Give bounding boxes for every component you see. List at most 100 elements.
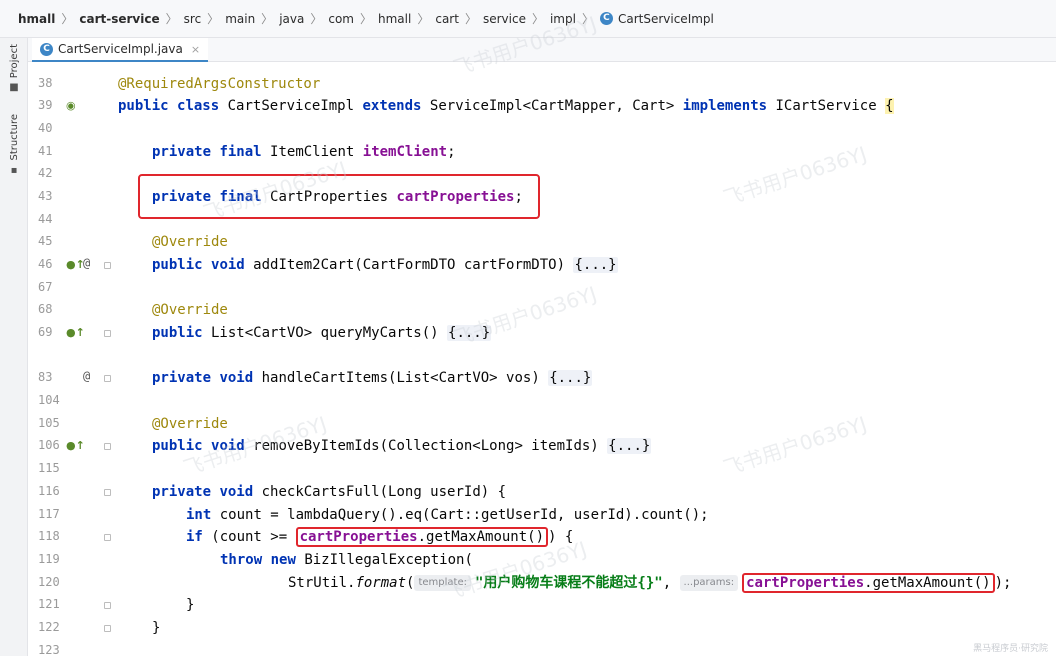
line-number: 39 — [38, 98, 53, 112]
parameter-hint: template: — [414, 575, 471, 591]
code-text: count = lambdaQuery().eq(Cart::getUserId… — [211, 507, 709, 523]
code-line-45[interactable]: @Override — [152, 231, 228, 253]
implements-marker-icon[interactable]: ◉ — [66, 99, 76, 112]
keyword: if — [186, 529, 203, 545]
breadcrumb-item-impl[interactable]: impl — [550, 12, 576, 26]
class-icon: C — [599, 12, 613, 25]
breadcrumb-item-com[interactable]: com — [328, 12, 354, 26]
code-editor[interactable]: @RequiredArgsConstructor public class Ca… — [118, 62, 1048, 656]
folded-block[interactable]: {...} — [573, 257, 618, 273]
tab-label: CartServiceImpl.java — [58, 42, 183, 56]
code-line-120[interactable]: StrUtil.format(template: "用户购物车课程不能超过{}",… — [288, 572, 1011, 594]
line-number: 67 — [38, 280, 53, 294]
annotation-marker-icon[interactable]: @ — [83, 256, 90, 270]
folded-block[interactable]: {...} — [607, 438, 652, 454]
code-line-122[interactable]: } — [152, 617, 160, 639]
code-line-121[interactable]: } — [186, 594, 194, 616]
field-name: cartProperties — [746, 575, 865, 591]
tab-cartserviceimpl[interactable]: C CartServiceImpl.java × — [32, 38, 209, 62]
folded-block[interactable]: {...} — [447, 325, 492, 341]
line-number: 121 — [38, 597, 60, 611]
code-line-116[interactable]: private void checkCartsFull(Long userId)… — [152, 481, 506, 503]
line-number: 43 — [38, 189, 53, 203]
keyword: private — [152, 370, 212, 386]
fold-icon[interactable] — [104, 489, 111, 496]
code-line-118[interactable]: if (count >= cartProperties.getMaxAmount… — [186, 526, 573, 548]
code-line-106[interactable]: public void removeByItemIds(Collection<L… — [152, 435, 652, 457]
code-line-39[interactable]: public class CartServiceImpl extends Ser… — [118, 95, 894, 117]
code-line-83[interactable]: private void handleCartItems(List<CartVO… — [152, 367, 593, 389]
keyword: void — [219, 370, 254, 386]
fold-icon[interactable] — [104, 330, 111, 337]
gutter-line: 44 — [28, 209, 110, 231]
breadcrumb-item-hmall[interactable]: hmall — [18, 12, 55, 26]
code-text: StrUtil. — [288, 575, 356, 591]
override-marker-icon[interactable]: ●↑ — [66, 326, 85, 339]
gutter-line: 106 ●↑ — [28, 435, 111, 457]
breadcrumb-item-java[interactable]: java — [279, 12, 304, 26]
override-marker-icon[interactable]: ●↑ — [66, 258, 85, 271]
line-number: 69 — [38, 325, 53, 339]
keyword: throw — [220, 552, 263, 568]
code-line-117[interactable]: int count = lambdaQuery().eq(Cart::getUs… — [186, 504, 709, 526]
code-text: .getMaxAmount() — [417, 529, 545, 545]
highlight-box-argument: cartProperties.getMaxAmount() — [742, 573, 995, 593]
breadcrumb-item-main[interactable]: main — [225, 12, 255, 26]
line-number-gutter: 38 39 ◉ 40 41 42 43 44 45 46 ●↑ @ 67 68 69 ●… — [28, 62, 111, 657]
code-line-68[interactable]: @Override — [152, 299, 228, 321]
code-text: ); — [994, 575, 1012, 591]
line-number: 117 — [38, 507, 60, 521]
editor-tab-strip: C CartServiceImpl.java × — [28, 38, 1056, 62]
string-literal: "用户购物车课程不能超过{}" — [474, 575, 663, 591]
code-text: addItem2Cart(CartFormDTO cartFormDTO) — [244, 257, 574, 273]
breadcrumb-item-cart-service[interactable]: cart-service — [79, 12, 159, 26]
code-line-46[interactable]: public void addItem2Cart(CartFormDTO car… — [152, 254, 618, 276]
closing-brace: } — [186, 597, 195, 613]
keyword: void — [211, 257, 245, 273]
line-number: 44 — [38, 212, 53, 226]
code-text: removeByItemIds(Collection<Long> itemIds… — [244, 438, 608, 454]
fold-icon[interactable] — [104, 262, 111, 269]
keyword: public — [152, 325, 203, 341]
fold-icon[interactable] — [104, 534, 111, 541]
chevron-right-icon: 〉 — [207, 12, 220, 26]
line-number: 123 — [38, 643, 60, 657]
keyword: private — [152, 189, 212, 205]
structure-icon: ▪ — [10, 164, 18, 176]
field-name: cartProperties — [299, 529, 418, 545]
fold-icon[interactable] — [104, 625, 111, 632]
gutter-line: 105 — [28, 413, 110, 435]
code-line-119[interactable]: throw new BizIllegalException( — [220, 549, 473, 571]
fold-icon[interactable] — [104, 443, 111, 450]
override-marker-icon[interactable]: ●↑ — [66, 439, 85, 452]
keyword: final — [219, 144, 262, 160]
line-number: 116 — [38, 484, 60, 498]
line-number: 38 — [38, 76, 53, 90]
chevron-right-icon: 〉 — [464, 12, 477, 26]
breadcrumb-item-service[interactable]: service — [483, 12, 526, 26]
breadcrumb-item-hmall-pkg[interactable]: hmall — [378, 12, 411, 26]
close-icon[interactable]: × — [191, 43, 200, 56]
project-tool-tab[interactable]: Project ■ — [4, 44, 24, 93]
breadcrumb-item-cart[interactable]: cart — [435, 12, 459, 26]
code-line-41[interactable]: private final ItemClient itemClient; — [152, 141, 456, 163]
code-line-38[interactable]: @RequiredArgsConstructor — [118, 73, 320, 95]
fold-icon[interactable] — [104, 375, 111, 382]
structure-tool-tab[interactable]: Structure ▪ — [4, 114, 24, 176]
code-text: CartServiceImpl — [219, 98, 363, 114]
folded-block[interactable]: {...} — [548, 370, 593, 386]
chevron-right-icon: 〉 — [417, 12, 430, 26]
code-line-43[interactable]: private final CartProperties cartPropert… — [152, 186, 523, 208]
code-line-105[interactable]: @Override — [152, 413, 228, 435]
breadcrumb: hmall 〉 cart-service 〉 src 〉 main 〉 java… — [0, 0, 1056, 38]
chevron-right-icon: 〉 — [581, 12, 594, 26]
annotation-marker-icon[interactable]: @ — [83, 369, 90, 383]
breadcrumb-item-class[interactable]: C CartServiceImpl — [599, 12, 714, 26]
code-line-69[interactable]: public List<CartVO> queryMyCarts() {...} — [152, 322, 492, 344]
fold-icon[interactable] — [104, 602, 111, 609]
project-tab-label: Project — [8, 44, 20, 79]
annotation: @Override — [152, 302, 228, 318]
breadcrumb-item-src[interactable]: src — [184, 12, 202, 26]
line-number: 106 — [38, 438, 60, 452]
